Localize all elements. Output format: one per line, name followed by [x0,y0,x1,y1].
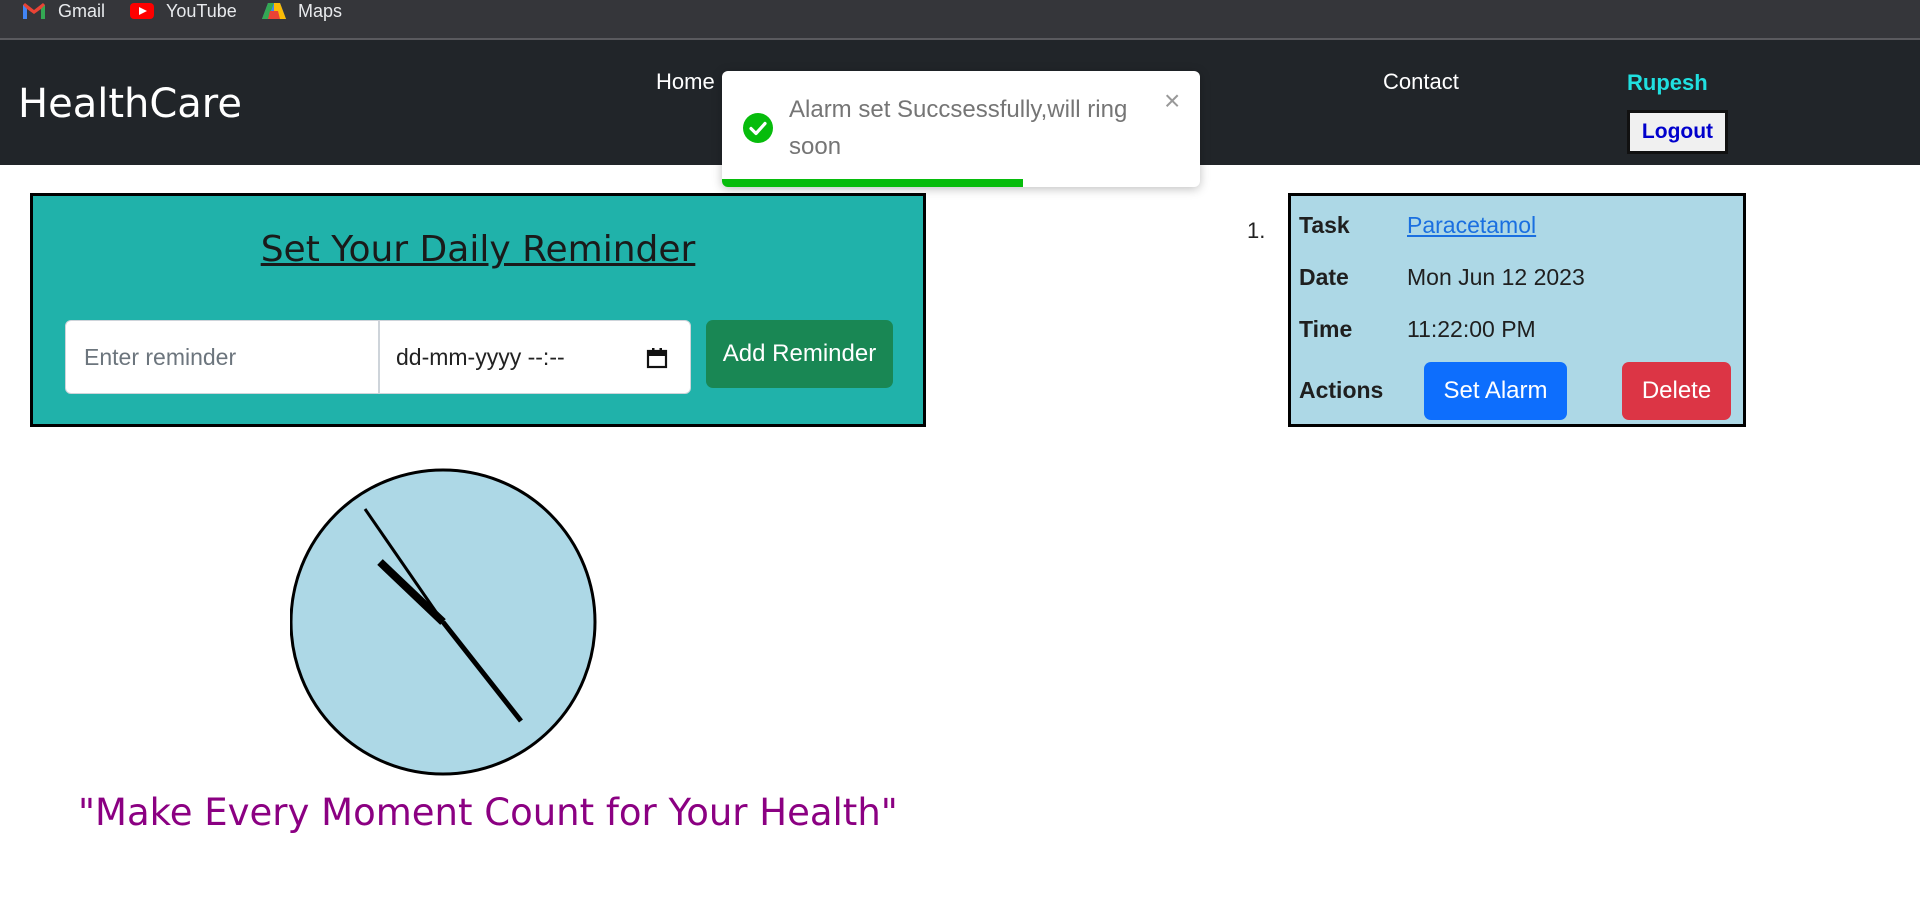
brand-logo[interactable]: HealthCare [18,81,242,127]
add-reminder-button[interactable]: Add Reminder [706,320,893,388]
bookmark-youtube[interactable]: YouTube [130,0,237,22]
maps-icon [262,2,286,20]
task-link[interactable]: Paracetamol [1407,212,1536,239]
health-quote: "Make Every Moment Count for Your Health… [78,791,898,834]
datetime-input[interactable]: dd-mm-yyyy --:-- [379,320,691,394]
bookmarks-bar: Gmail YouTube Maps [0,0,1920,40]
toast-progress-track [722,179,1200,187]
bookmark-label: YouTube [166,0,237,21]
datetime-placeholder: dd-mm-yyyy --:-- [396,343,565,370]
toast-notification: Alarm set Succsessfully,will ring soon × [722,71,1200,187]
close-icon[interactable]: × [1164,85,1180,117]
reminder-input[interactable]: Enter reminder [65,320,379,394]
calendar-icon[interactable] [646,347,668,369]
check-circle-icon [743,113,773,143]
date-label: Date [1299,264,1349,290]
bookmark-maps[interactable]: Maps [262,0,342,22]
actions-label: Actions [1299,377,1384,403]
bookmark-gmail[interactable]: Gmail [22,0,105,22]
bookmark-label: Maps [298,0,343,21]
user-name: Rupesh [1627,70,1708,95]
logout-button[interactable]: Logout [1627,110,1728,154]
reminder-form: Set Your Daily Reminder Enter reminder d… [30,193,926,427]
analog-clock [289,467,600,782]
toast-message: Alarm set Succsessfully,will ring soon [789,96,1128,160]
gmail-icon [22,2,46,20]
youtube-icon [130,2,154,20]
time-label: Time [1299,316,1353,342]
delete-button[interactable]: Delete [1622,362,1731,420]
list-number: 1. [1247,218,1266,243]
set-alarm-button[interactable]: Set Alarm [1424,362,1567,420]
time-value: 11:22:00 PM [1407,316,1536,342]
task-card: Task Paracetamol Date Mon Jun 12 2023 Ti… [1288,193,1746,427]
form-title: Set Your Daily Reminder [260,229,696,270]
task-label: Task [1299,212,1350,238]
bookmark-label: Gmail [58,0,106,21]
toast-progress-bar [722,179,1024,187]
nav-contact[interactable]: Contact [1383,69,1459,95]
nav-home[interactable]: Home [656,69,715,95]
date-value: Mon Jun 12 2023 [1407,264,1585,290]
